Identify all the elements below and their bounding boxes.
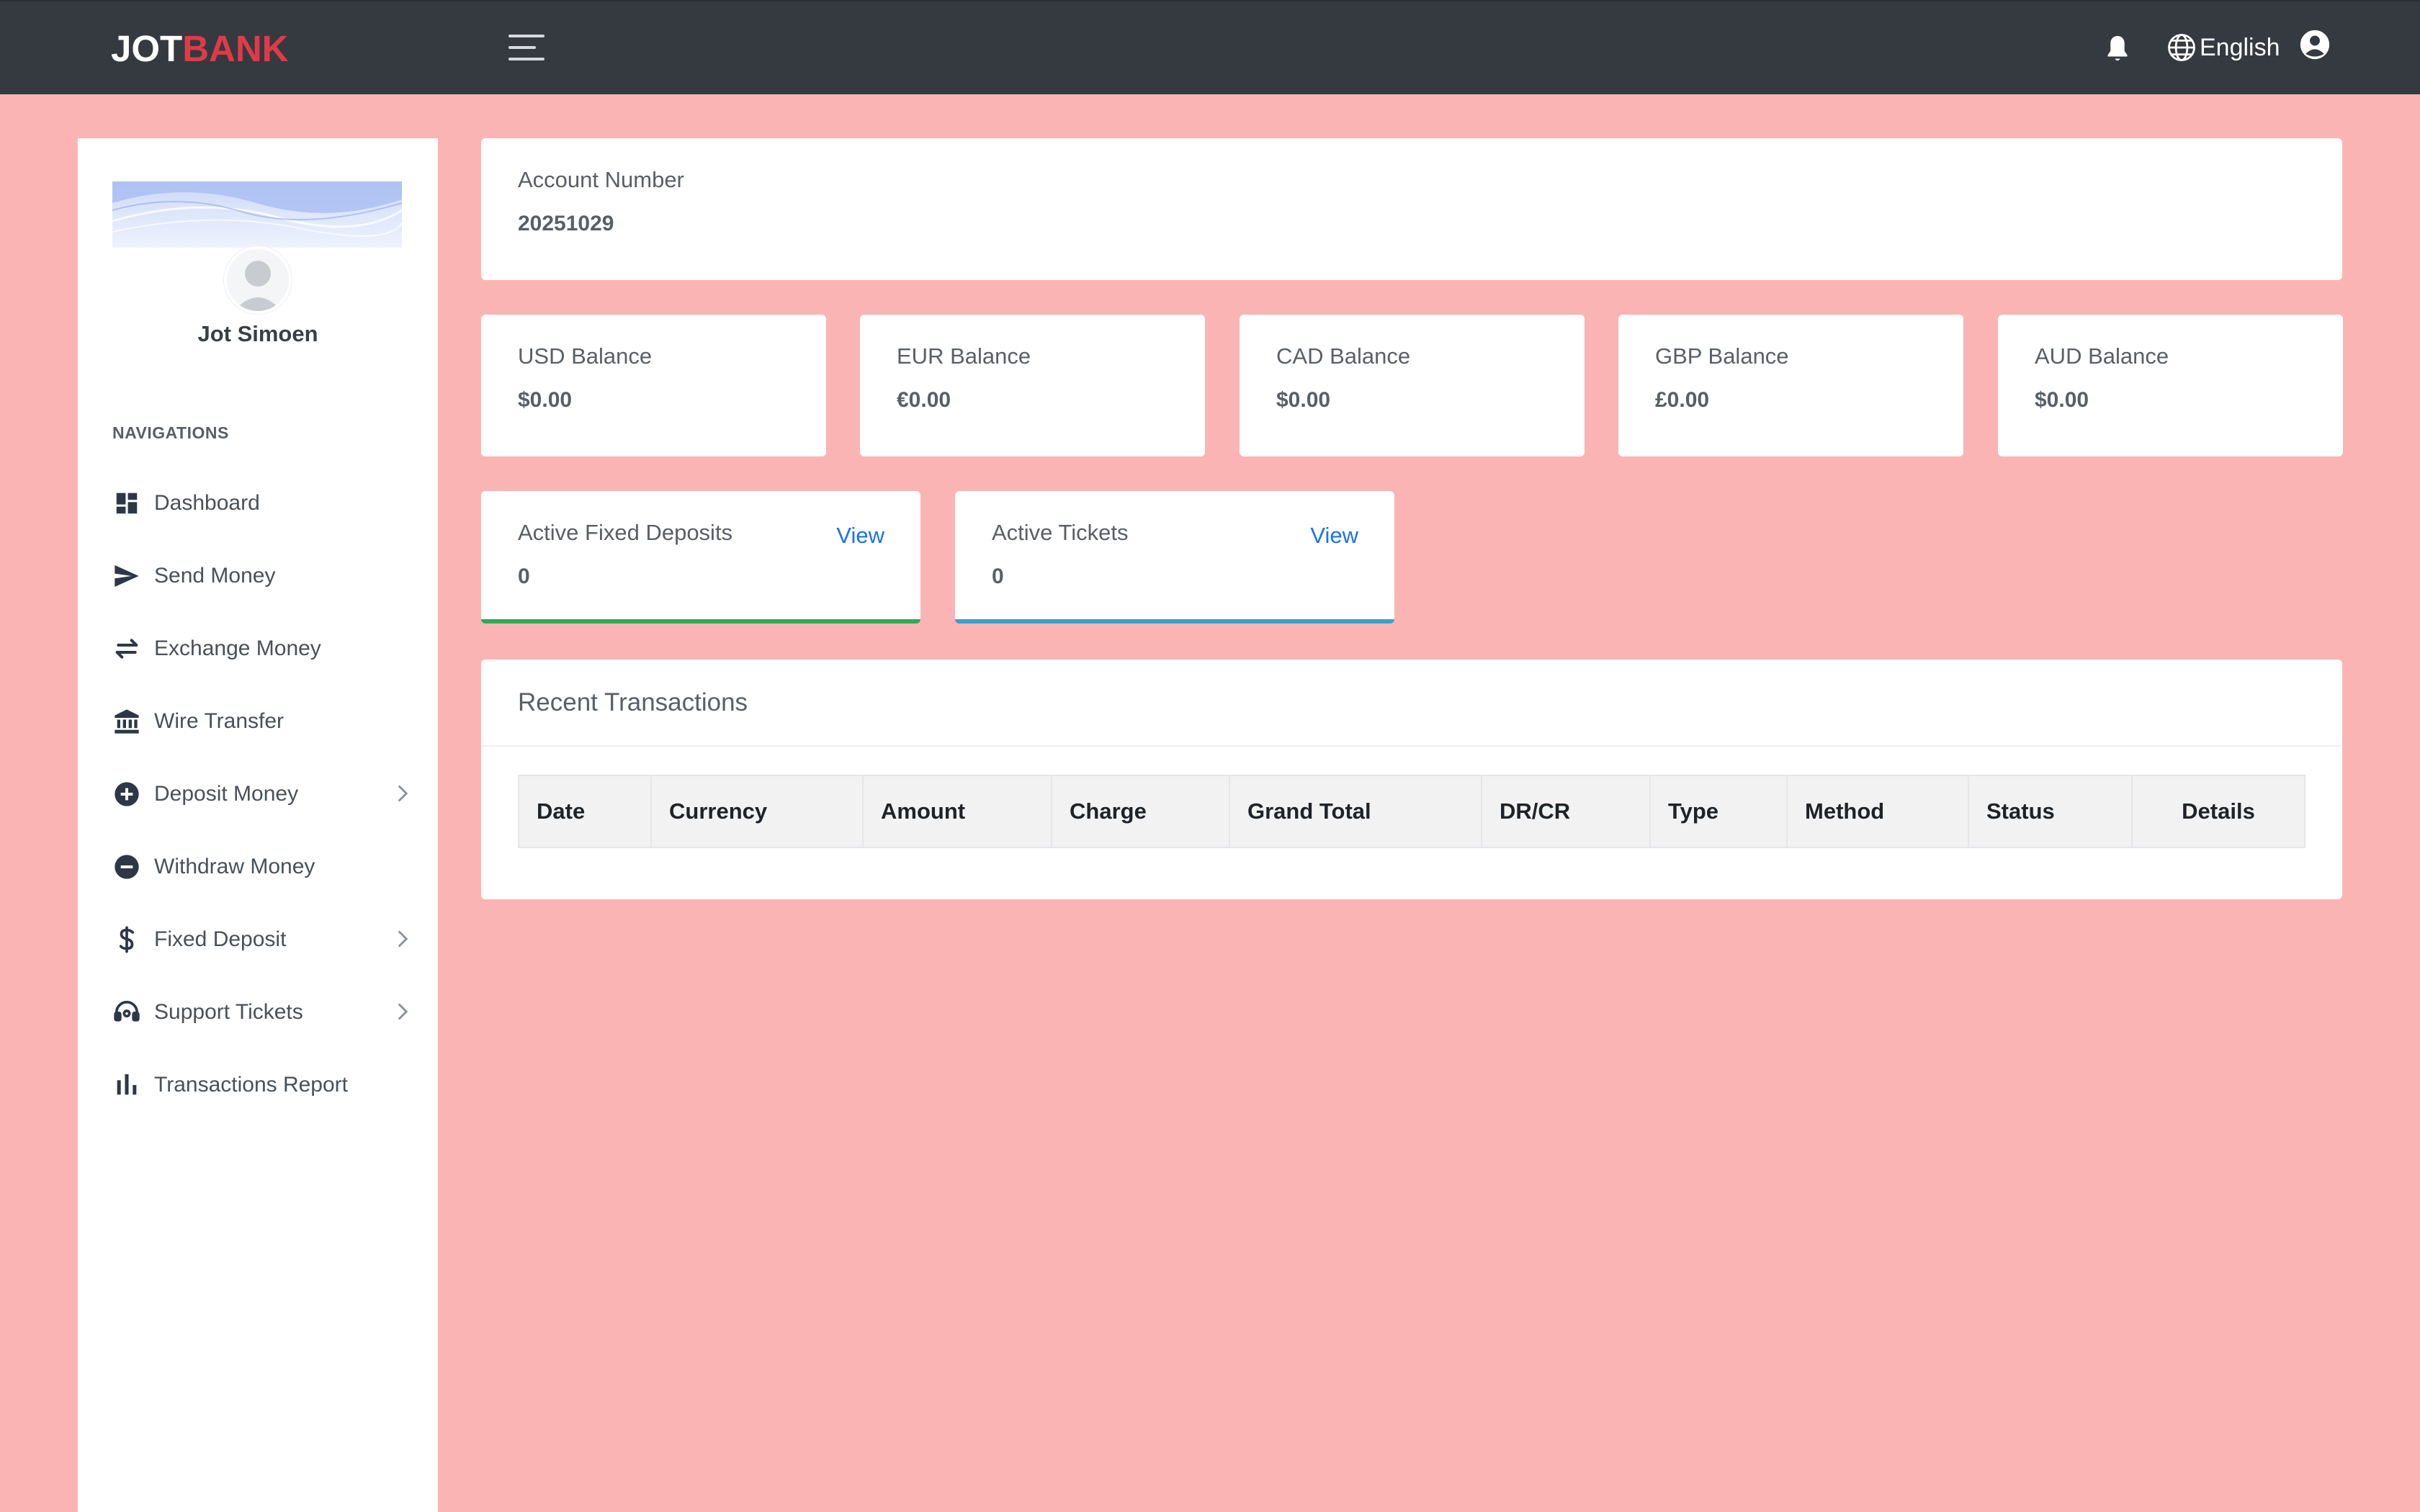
brand-logo-part1: JOT (111, 28, 183, 69)
sidebar-item-send-money[interactable]: Send Money (112, 539, 415, 612)
chevron-right-icon (398, 930, 408, 948)
sidebar-item-label: Fixed Deposit (154, 927, 287, 951)
sidebar-item-label: Wire Transfer (154, 708, 284, 733)
column-header-grand-total[interactable]: Grand Total (1230, 776, 1482, 847)
sidebar-item-deposit-money[interactable]: Deposit Money (112, 757, 415, 830)
chevron-right-icon (398, 785, 408, 802)
balance-label: EUR Balance (897, 343, 1031, 369)
column-header-method[interactable]: Method (1788, 776, 1969, 847)
balance-value: $0.00 (518, 388, 573, 412)
balance-value: $0.00 (1276, 388, 1331, 412)
dollar-icon (112, 925, 141, 954)
bell-icon[interactable] (2105, 33, 2130, 65)
sidebar-item-wire-transfer[interactable]: Wire Transfer (112, 685, 415, 757)
balance-card-aud: AUD Balance $0.00 (1998, 315, 2343, 456)
balance-card-usd: USD Balance $0.00 (481, 315, 826, 456)
stat-value: 0 (518, 564, 530, 588)
balance-label: CAD Balance (1276, 343, 1411, 369)
stat-label: Active Fixed Deposits (518, 520, 733, 545)
column-header-currency[interactable]: Currency (652, 776, 864, 847)
sidebar-item-label: Support Tickets (154, 999, 303, 1024)
top-navbar: JOTBANK English (0, 0, 2420, 94)
column-header-details[interactable]: Details (2133, 776, 2304, 847)
balance-value: £0.00 (1655, 388, 1710, 412)
account-number-card: Account Number 20251029 (481, 138, 2342, 280)
balance-label: USD Balance (518, 343, 653, 369)
sidebar-item-support-tickets[interactable]: Support Tickets (112, 976, 415, 1048)
minus-circle-icon (112, 852, 141, 881)
account-number-label: Account Number (518, 167, 684, 192)
sidebar-item-dashboard[interactable]: Dashboard (112, 467, 415, 539)
language-selector[interactable]: English (2166, 27, 2280, 68)
globe-icon (2168, 34, 2195, 61)
balance-card-gbp: GBP Balance £0.00 (1618, 315, 1963, 456)
bar-chart-icon (112, 1071, 141, 1099)
profile-cover-image (112, 181, 402, 248)
balance-label: GBP Balance (1655, 343, 1789, 369)
brand-logo-part2: BANK (182, 28, 289, 69)
transactions-table-header: Date Currency Amount Charge Grand Total … (518, 775, 2305, 848)
headset-icon (112, 998, 141, 1027)
balance-value: $0.00 (2035, 388, 2089, 412)
sidebar-item-exchange-money[interactable]: Exchange Money (112, 612, 415, 685)
account-number-value: 20251029 (518, 212, 614, 235)
balance-card-cad: CAD Balance $0.00 (1240, 315, 1585, 456)
chevron-right-icon (398, 1003, 408, 1020)
active-tickets-card: Active Tickets 0 View (955, 491, 1394, 624)
language-label: English (2200, 33, 2280, 61)
plus-circle-icon (112, 780, 141, 809)
column-header-type[interactable]: Type (1651, 776, 1788, 847)
column-header-amount[interactable]: Amount (864, 776, 1052, 847)
sidebar-item-label: Dashboard (154, 490, 260, 515)
exchange-icon (112, 634, 141, 663)
recent-transactions-card: Recent Transactions Date Currency Amount… (481, 660, 2342, 899)
hamburger-icon[interactable] (508, 35, 544, 63)
column-header-date[interactable]: Date (519, 776, 652, 847)
dashboard-icon (112, 489, 141, 518)
column-header-status[interactable]: Status (1969, 776, 2133, 847)
stat-label: Active Tickets (992, 520, 1129, 545)
sidebar-item-label: Exchange Money (154, 636, 321, 660)
sidebar-item-withdraw-money[interactable]: Withdraw Money (112, 830, 415, 903)
view-fixed-deposits-link[interactable]: View (836, 523, 884, 549)
sidebar-nav: Dashboard Send Money Exchange Money Wire… (112, 467, 415, 1121)
user-circle-icon[interactable] (2299, 29, 2331, 60)
column-header-charge[interactable]: Charge (1052, 776, 1230, 847)
bank-icon (112, 707, 141, 736)
divider (481, 745, 2342, 747)
avatar[interactable] (224, 246, 292, 314)
sidebar-item-fixed-deposit[interactable]: Fixed Deposit (112, 903, 415, 976)
sidebar-item-label: Transactions Report (154, 1072, 349, 1097)
profile-name: Jot Simoen (197, 321, 318, 346)
active-fixed-deposits-card: Active Fixed Deposits 0 View (481, 491, 920, 624)
sidebar-item-label: Withdraw Money (154, 854, 315, 878)
sidebar: Jot Simoen NAVIGATIONS Dashboard Send Mo… (78, 138, 438, 1512)
recent-transactions-title: Recent Transactions (518, 688, 748, 716)
sidebar-item-transactions-report[interactable]: Transactions Report (112, 1048, 415, 1121)
stat-value: 0 (992, 564, 1004, 588)
view-tickets-link[interactable]: View (1310, 523, 1358, 549)
column-header-dr-cr[interactable]: DR/CR (1482, 776, 1651, 847)
send-icon (112, 562, 141, 590)
balance-card-eur: EUR Balance €0.00 (860, 315, 1205, 456)
brand-logo[interactable]: JOTBANK (111, 27, 289, 70)
sidebar-item-label: Deposit Money (154, 781, 299, 806)
balance-label: AUD Balance (2035, 343, 2169, 369)
nav-heading: NAVIGATIONS (112, 423, 229, 442)
sidebar-item-label: Send Money (154, 563, 276, 588)
balance-value: €0.00 (897, 388, 951, 412)
